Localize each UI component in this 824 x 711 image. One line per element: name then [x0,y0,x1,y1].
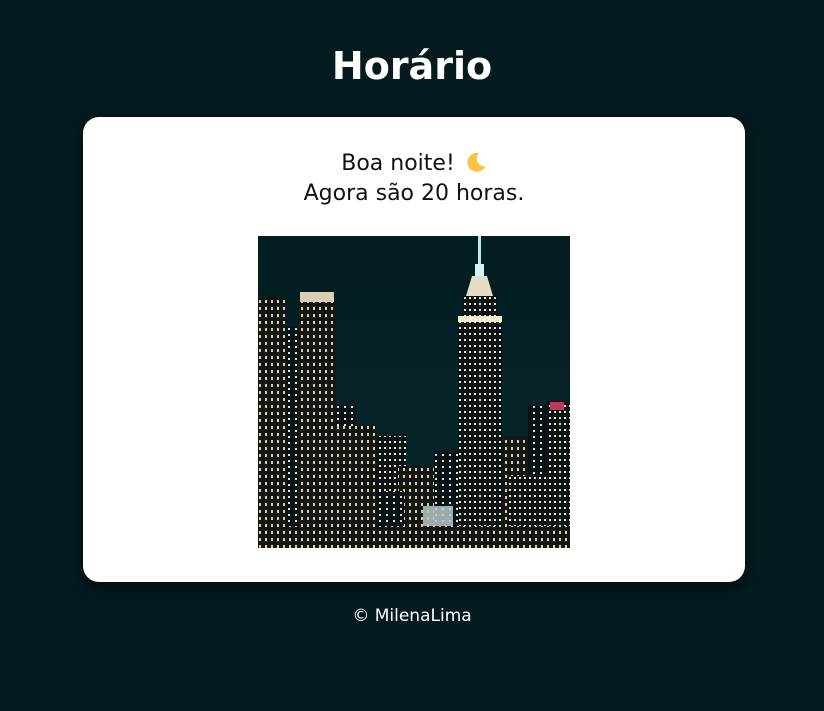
greeting-line-1: Boa noite! [83,149,745,179]
period-image [258,236,570,548]
page-title: Horário [331,44,493,88]
greeting-message: Boa noite! Agora são 20 horas. [83,149,745,209]
greeting-text: Boa noite! [341,151,455,176]
night-city-skyline-illustration [258,236,570,548]
time-message: Agora são 20 horas. [303,181,525,206]
footer-copyright: © MilenaLima [352,606,472,626]
crescent-moon-icon [465,151,487,173]
time-card: Boa noite! Agora são 20 horas. [83,117,745,582]
